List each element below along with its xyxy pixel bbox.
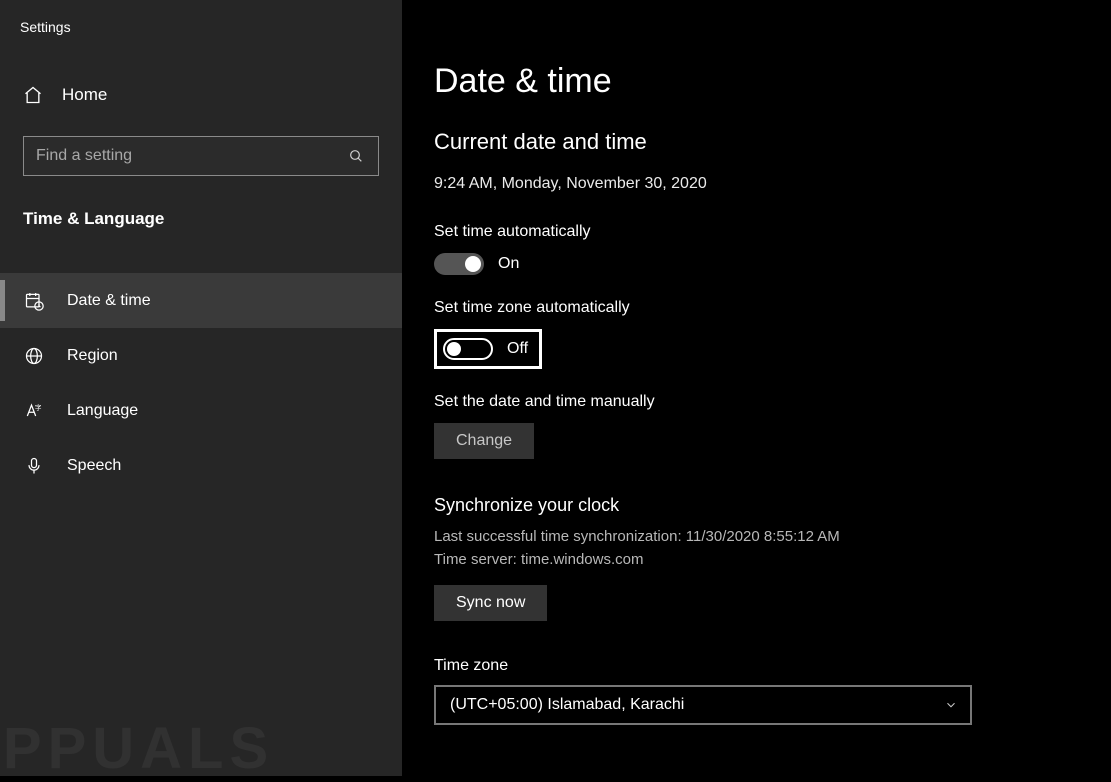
sync-heading: Synchronize your clock [434,495,1111,516]
set-time-auto-state: On [498,255,519,273]
sidebar-item-date-time[interactable]: Date & time [0,273,402,328]
settings-category: Time & Language [23,209,402,229]
set-manual-label: Set the date and time manually [434,393,1111,411]
nav-label: Speech [67,457,121,475]
set-time-auto-label: Set time automatically [434,223,1111,241]
set-tz-auto-toggle[interactable] [443,338,493,360]
set-tz-auto-state: Off [507,340,528,358]
globe-icon [23,345,45,367]
current-datetime-value: 9:24 AM, Monday, November 30, 2020 [434,175,1111,193]
home-icon [22,84,44,106]
settings-sidebar: Settings Home Time & Language Date & tim… [0,0,402,776]
sync-now-button[interactable]: Sync now [434,585,547,621]
sync-last-line: Last successful time synchronization: 11… [434,526,1111,549]
window-title: Settings [0,0,402,35]
sidebar-item-region[interactable]: Region [0,328,402,383]
sidebar-item-speech[interactable]: Speech [0,438,402,493]
nav-label: Region [67,347,118,365]
language-a-icon: 字 [23,400,45,422]
page-title: Date & time [434,62,1111,101]
chevron-down-icon [944,698,958,712]
timezone-dropdown[interactable]: (UTC+05:00) Islamabad, Karachi [434,685,972,725]
search-input-container[interactable] [23,136,379,176]
nav-label: Date & time [67,292,151,310]
home-label: Home [62,85,107,105]
svg-text:字: 字 [35,403,42,412]
change-button[interactable]: Change [434,423,534,459]
calendar-clock-icon [23,290,45,312]
timezone-label: Time zone [434,657,1111,675]
sync-server-line: Time server: time.windows.com [434,549,1111,572]
search-icon [348,148,366,164]
search-input[interactable] [36,147,348,165]
set-tz-auto-label: Set time zone automatically [434,299,1111,317]
current-datetime-heading: Current date and time [434,129,1111,155]
highlighted-control: Off [434,329,542,369]
sidebar-nav-list: Date & time Region 字 Language Speech [0,273,402,493]
set-time-auto-toggle[interactable] [434,253,484,275]
timezone-value: (UTC+05:00) Islamabad, Karachi [450,696,684,714]
sidebar-item-language[interactable]: 字 Language [0,383,402,438]
microphone-icon [23,455,45,477]
nav-label: Language [67,402,138,420]
home-nav[interactable]: Home [0,76,402,114]
main-content: Date & time Current date and time 9:24 A… [402,0,1111,776]
